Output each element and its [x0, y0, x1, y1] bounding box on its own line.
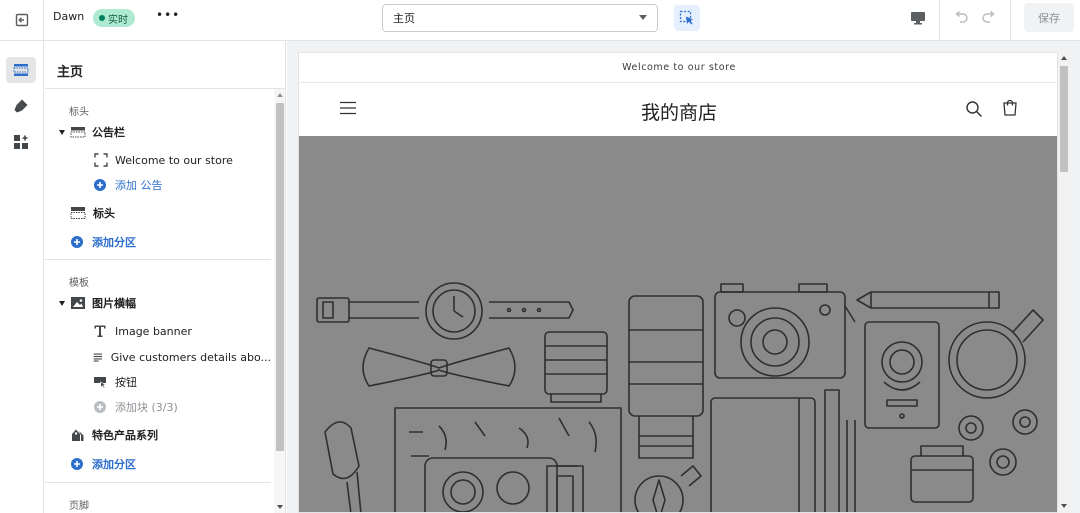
section-image-banner[interactable]: 图片横幅: [45, 292, 271, 314]
page-select[interactable]: 主页: [382, 4, 658, 32]
section-label: 特色产品系列: [92, 429, 158, 442]
text-heading-icon: [94, 325, 106, 337]
scroll-up-icon: [1061, 56, 1067, 60]
add-block-button[interactable]: 添加块 (3/3): [45, 396, 271, 418]
group-label-template: 模板: [69, 278, 89, 289]
plus-circle-icon: [94, 401, 106, 413]
sections-sidebar: 主页 标头 公告栏 Welcome to our store 添加 公告 标头: [45, 41, 286, 513]
block-button[interactable]: 按钮: [45, 371, 271, 393]
rail-sections-button[interactable]: [6, 57, 36, 83]
caret-down-icon: [59, 300, 65, 306]
exit-button[interactable]: [0, 0, 44, 40]
block-text[interactable]: Give customers details abo...: [45, 346, 271, 368]
section-header[interactable]: 标头: [45, 202, 271, 224]
save-button[interactable]: 保存: [1024, 3, 1074, 32]
page-select-value: 主页: [393, 12, 415, 25]
divider: [939, 0, 940, 40]
live-status-badge: 实时: [93, 9, 135, 27]
icon-rail: [0, 41, 44, 513]
scroll-down-icon: [277, 505, 283, 509]
theme-name: Dawn: [53, 10, 85, 23]
rail-apps-button[interactable]: [6, 129, 36, 155]
preview-store-header[interactable]: 我的商店: [299, 84, 1057, 136]
inspector-button[interactable]: [674, 5, 700, 31]
image-icon: [71, 297, 85, 309]
cart-icon[interactable]: [1001, 99, 1019, 117]
block-label: Image banner: [115, 324, 192, 338]
redo-icon: [982, 10, 995, 23]
scroll-down-icon: [1061, 504, 1067, 508]
add-section-button-template[interactable]: 添加分区: [45, 453, 271, 475]
rail-theme-settings-button[interactable]: [6, 93, 36, 119]
top-bar: Dawn 实时 ••• 主页 保存: [0, 0, 1080, 41]
announcement-bar-icon: [70, 127, 86, 138]
lifestyle-illustration-image: [316, 282, 1044, 512]
block-label: Give customers details abo...: [110, 350, 271, 364]
plus-circle-icon: [71, 236, 83, 248]
plus-circle-icon: [94, 179, 106, 191]
block-label: 按钮: [115, 376, 137, 389]
live-badge-label: 实时: [108, 14, 128, 26]
block-frame-icon: [94, 153, 108, 167]
section-label: 图片横幅: [92, 297, 136, 310]
text-align-icon: [93, 353, 103, 362]
redo-button[interactable]: [978, 6, 1000, 30]
divider: [1010, 0, 1011, 40]
add-section-button-header[interactable]: 添加分区: [45, 231, 271, 253]
group-label-header: 标头: [69, 107, 89, 118]
divider: [45, 259, 271, 260]
add-section-label: 添加分区: [92, 236, 136, 249]
apps-icon: [14, 135, 28, 149]
divider: [45, 88, 285, 89]
live-dot-icon: [99, 15, 105, 21]
exit-icon: [15, 13, 28, 27]
image-banner-placeholder[interactable]: [299, 136, 1057, 512]
store-preview-frame[interactable]: Welcome to our store 我的商店: [298, 52, 1058, 513]
search-icon[interactable]: [965, 100, 983, 118]
divider: [45, 482, 271, 483]
sidebar-title: 主页: [57, 65, 84, 80]
section-label: 标头: [93, 207, 115, 220]
add-section-label: 添加分区: [92, 458, 136, 471]
more-actions-button[interactable]: •••: [156, 8, 180, 22]
undo-icon: [955, 10, 968, 23]
add-announcement-button[interactable]: 添加 公告: [45, 174, 271, 196]
sidebar-scrollbar[interactable]: [274, 89, 285, 513]
select-cursor-icon: [679, 10, 693, 25]
block-announcement[interactable]: Welcome to our store: [45, 149, 271, 171]
scroll-up-icon: [277, 93, 283, 97]
collection-tag-icon: [72, 429, 84, 441]
group-label-footer: 页脚: [69, 501, 89, 512]
caret-down-icon: [59, 129, 65, 135]
section-label: 公告栏: [92, 126, 125, 139]
preview-scrollbar[interactable]: [1058, 52, 1070, 513]
desktop-icon: [911, 12, 925, 25]
button-block-icon: [94, 377, 107, 389]
undo-button[interactable]: [950, 6, 972, 30]
sections-icon: [13, 64, 29, 76]
section-announcement-bar[interactable]: 公告栏: [45, 121, 271, 143]
paintbrush-icon: [14, 99, 28, 113]
preview-area: Welcome to our store 我的商店: [287, 41, 1080, 513]
scrollbar-thumb[interactable]: [1060, 66, 1068, 172]
store-name[interactable]: 我的商店: [299, 98, 1057, 125]
block-heading[interactable]: Image banner: [45, 320, 271, 342]
header-section-icon: [70, 207, 86, 219]
device-preview-button[interactable]: [904, 6, 932, 30]
add-block-label: 添加块 (3/3): [115, 401, 178, 414]
chevron-down-icon: [639, 15, 647, 20]
preview-announcement-bar[interactable]: Welcome to our store: [299, 53, 1057, 83]
add-announcement-label: 添加 公告: [115, 179, 163, 192]
block-label: Welcome to our store: [115, 153, 233, 167]
plus-circle-icon: [71, 458, 83, 470]
scrollbar-thumb[interactable]: [276, 103, 284, 451]
section-featured-collection[interactable]: 特色产品系列: [45, 424, 271, 446]
